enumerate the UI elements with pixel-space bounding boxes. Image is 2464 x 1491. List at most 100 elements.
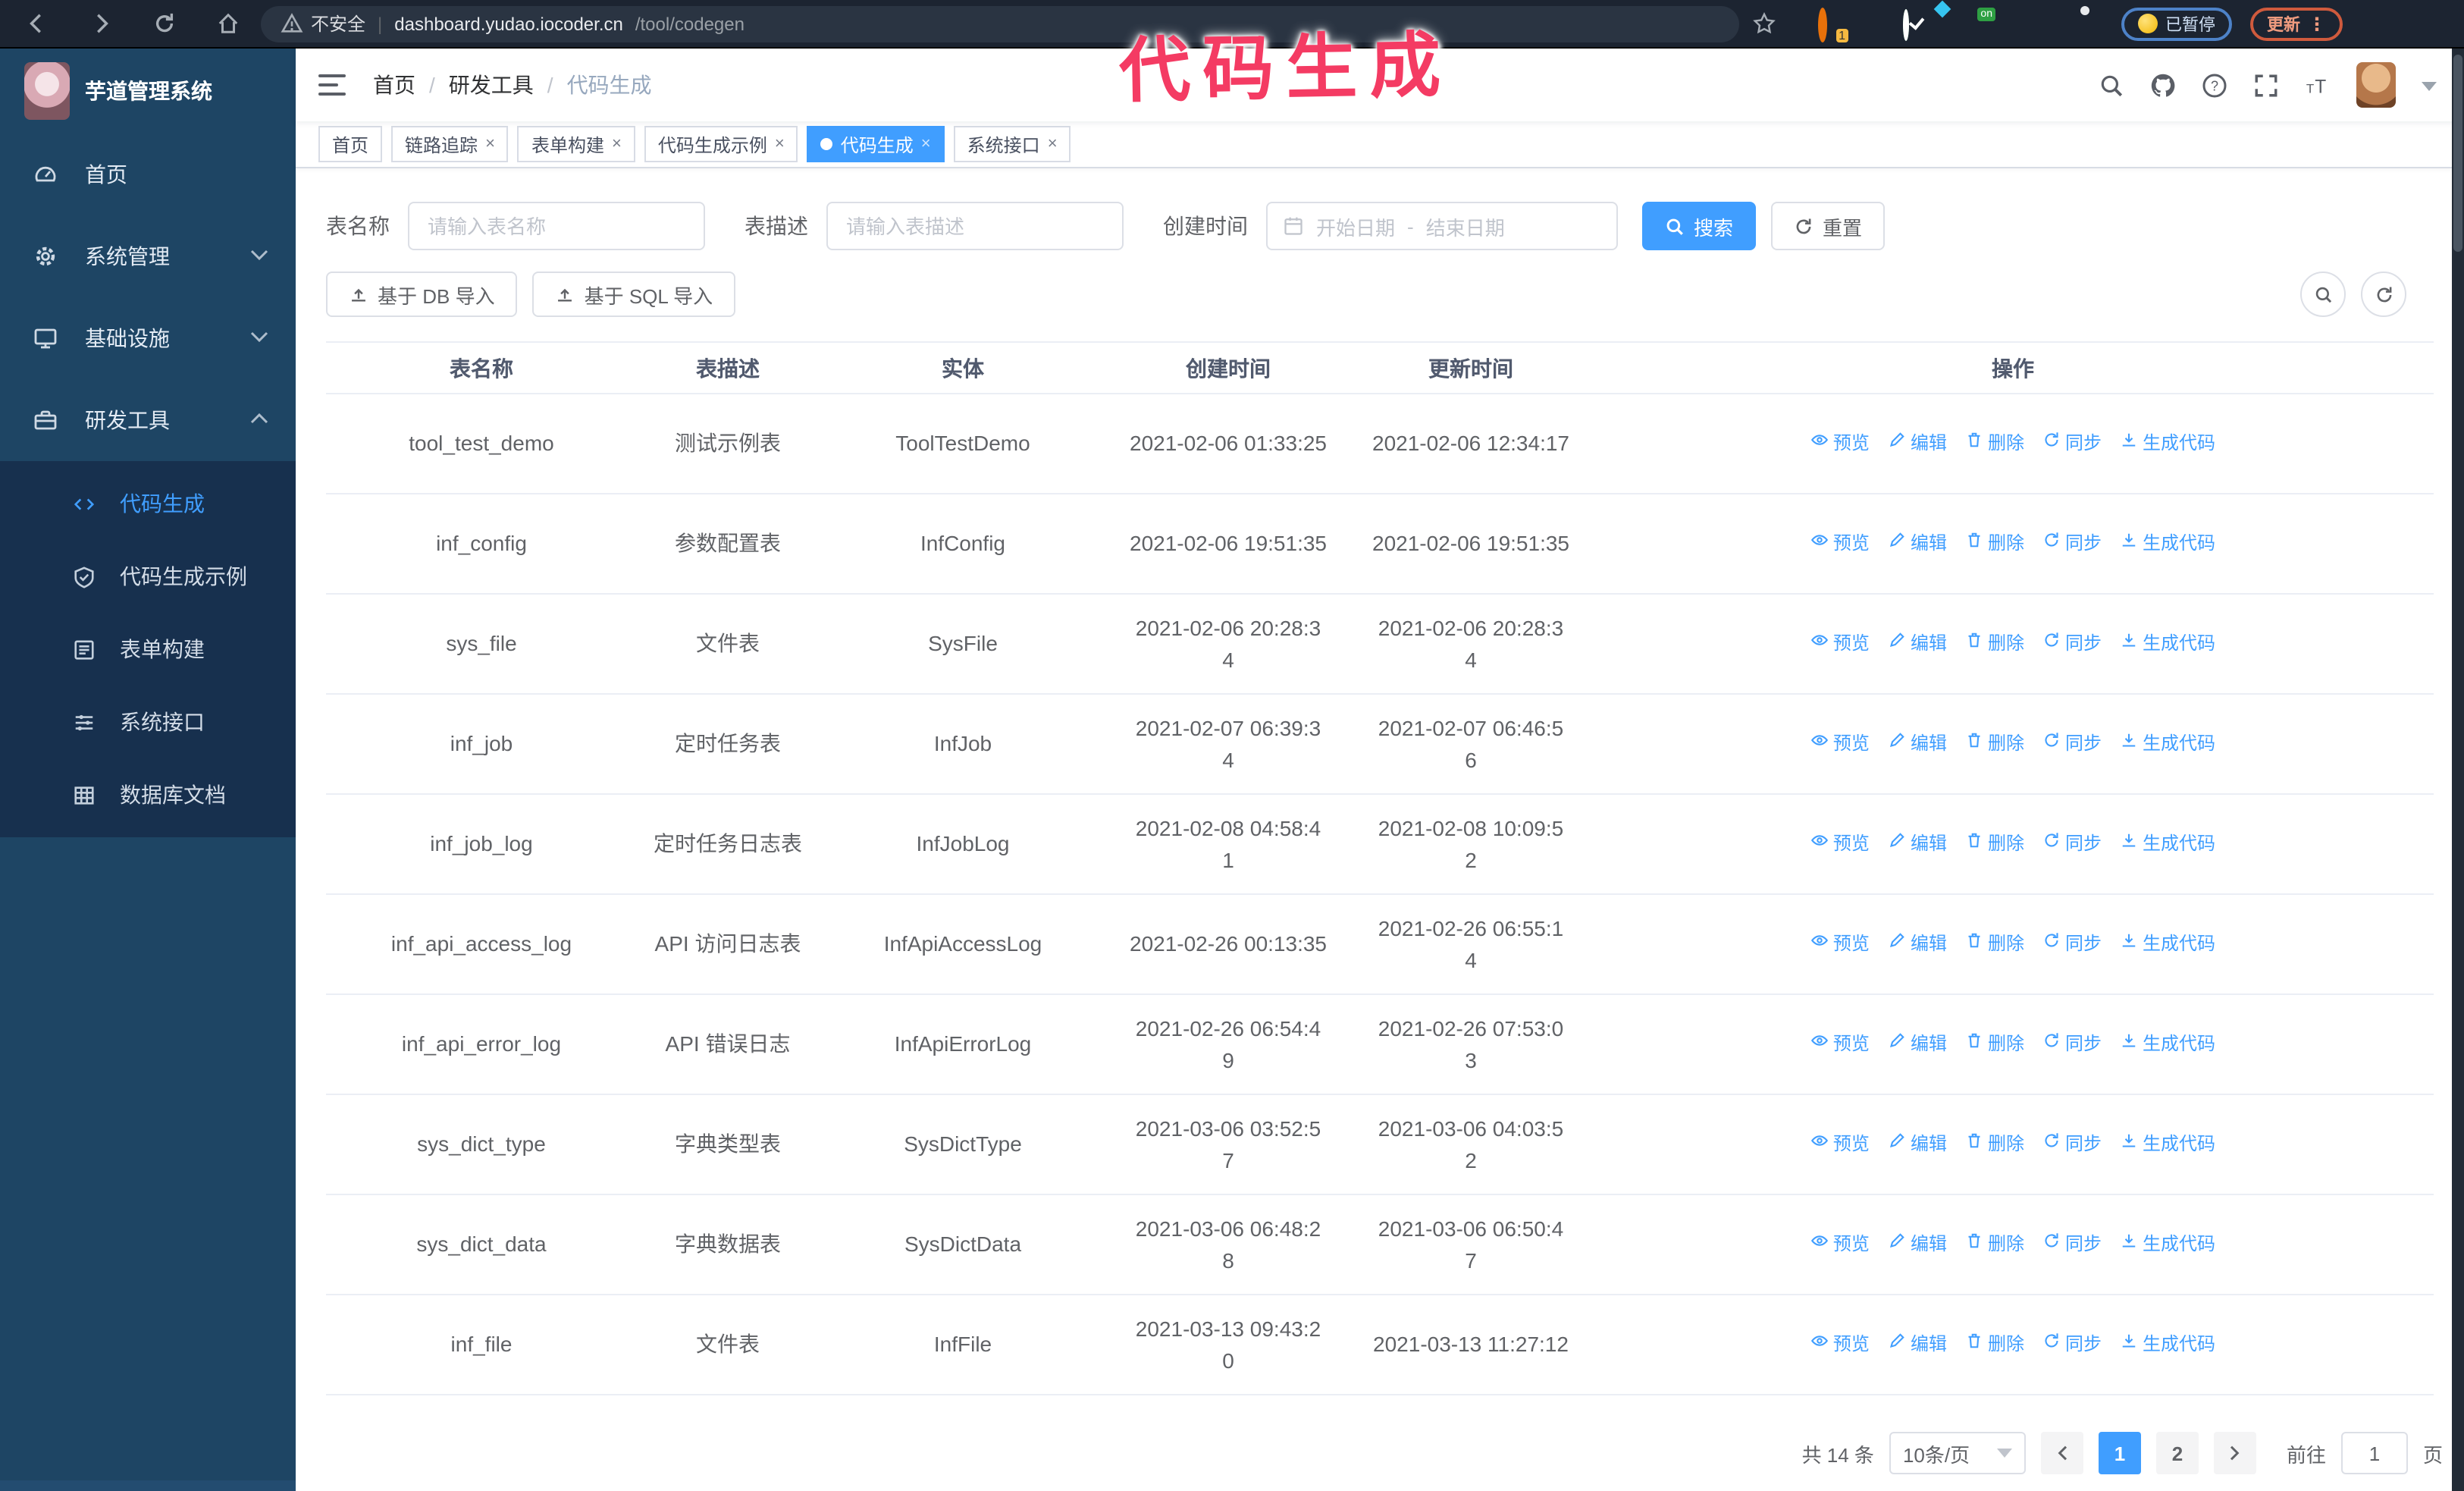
row-action-download[interactable]: 生成代码 bbox=[2120, 728, 2215, 760]
row-action-download[interactable]: 生成代码 bbox=[2120, 528, 2215, 560]
row-action-delete[interactable]: 删除 bbox=[1965, 828, 2024, 860]
row-action-eye[interactable]: 预览 bbox=[1810, 528, 1870, 560]
row-action-sync[interactable]: 同步 bbox=[2042, 1229, 2102, 1260]
user-avatar[interactable] bbox=[2356, 62, 2396, 108]
row-action-edit[interactable]: 编辑 bbox=[1888, 628, 1947, 660]
row-action-delete[interactable]: 删除 bbox=[1965, 528, 2024, 560]
row-action-eye[interactable]: 预览 bbox=[1810, 1229, 1870, 1260]
row-action-download[interactable]: 生成代码 bbox=[2120, 628, 2215, 660]
page-size-select[interactable]: 10条/页 bbox=[1889, 1432, 2026, 1474]
row-action-delete[interactable]: 删除 bbox=[1965, 1028, 2024, 1060]
row-action-edit[interactable]: 编辑 bbox=[1888, 728, 1947, 760]
row-action-edit[interactable]: 编辑 bbox=[1888, 1128, 1947, 1160]
table-name-input[interactable] bbox=[408, 202, 705, 250]
row-action-delete[interactable]: 删除 bbox=[1965, 628, 2024, 660]
row-action-delete[interactable]: 删除 bbox=[1965, 1128, 2024, 1160]
row-action-eye[interactable]: 预览 bbox=[1810, 1028, 1870, 1060]
extension-icon[interactable]: 1 bbox=[1818, 7, 1848, 42]
sidebar-subitem-api[interactable]: 系统接口 bbox=[0, 686, 296, 758]
extension-icon[interactable] bbox=[1945, 11, 1970, 36]
close-icon[interactable]: × bbox=[921, 135, 931, 153]
row-action-eye[interactable]: 预览 bbox=[1810, 828, 1870, 860]
bookmark-star-icon[interactable] bbox=[1751, 11, 1776, 36]
import-sql-button[interactable]: 基于 SQL 导入 bbox=[532, 272, 736, 317]
fullscreen-icon[interactable] bbox=[2253, 72, 2279, 98]
back-icon[interactable] bbox=[24, 11, 49, 36]
app-logo-row[interactable]: 芋道管理系统 bbox=[0, 49, 296, 133]
toggle-search-button[interactable] bbox=[2300, 272, 2346, 317]
row-action-delete[interactable]: 删除 bbox=[1965, 1229, 2024, 1260]
row-action-eye[interactable]: 预览 bbox=[1810, 428, 1870, 460]
sidebar-item-gear[interactable]: 系统管理 bbox=[0, 215, 296, 297]
row-action-eye[interactable]: 预览 bbox=[1810, 728, 1870, 760]
page-number-2[interactable]: 2 bbox=[2155, 1432, 2199, 1474]
browser-scrollbar[interactable] bbox=[2452, 49, 2464, 1491]
tag-view-tab[interactable]: 代码生成示例 × bbox=[644, 126, 798, 162]
row-action-sync[interactable]: 同步 bbox=[2042, 1028, 2102, 1060]
sidebar-item-monitor[interactable]: 基础设施 bbox=[0, 297, 296, 379]
sidebar-subitem-code[interactable]: 代码生成 bbox=[0, 467, 296, 540]
tag-view-tab[interactable]: 系统接口 × bbox=[953, 126, 1071, 162]
font-size-icon[interactable]: TT bbox=[2305, 72, 2331, 98]
row-action-sync[interactable]: 同步 bbox=[2042, 728, 2102, 760]
sidebar-subitem-form[interactable]: 表单构建 bbox=[0, 613, 296, 686]
row-action-edit[interactable]: 编辑 bbox=[1888, 928, 1947, 960]
row-action-download[interactable]: 生成代码 bbox=[2120, 1229, 2215, 1260]
breadcrumb-devtools[interactable]: 研发工具 bbox=[449, 70, 534, 100]
row-action-edit[interactable]: 编辑 bbox=[1888, 828, 1947, 860]
caret-down-icon[interactable] bbox=[2422, 71, 2437, 99]
search-button[interactable]: 搜索 bbox=[1642, 202, 1757, 250]
close-icon[interactable]: × bbox=[485, 135, 495, 153]
search-icon[interactable] bbox=[2099, 72, 2124, 98]
extension-icon[interactable] bbox=[2030, 11, 2055, 36]
hamburger-icon[interactable] bbox=[318, 74, 346, 96]
row-action-eye[interactable]: 预览 bbox=[1810, 928, 1870, 960]
extension-icon[interactable] bbox=[1988, 11, 2012, 36]
row-action-sync[interactable]: 同步 bbox=[2042, 828, 2102, 860]
close-icon[interactable]: × bbox=[775, 135, 785, 153]
reload-icon[interactable] bbox=[152, 11, 176, 36]
row-action-sync[interactable]: 同步 bbox=[2042, 428, 2102, 460]
row-action-sync[interactable]: 同步 bbox=[2042, 1329, 2102, 1361]
row-action-delete[interactable]: 删除 bbox=[1965, 428, 2024, 460]
table-desc-input[interactable] bbox=[826, 202, 1124, 250]
tag-view-tab[interactable]: 表单构建 × bbox=[517, 126, 635, 162]
date-range-picker[interactable]: 开始日期 - 结束日期 bbox=[1266, 202, 1618, 250]
prev-page-button[interactable] bbox=[2040, 1432, 2083, 1474]
close-icon[interactable]: × bbox=[1048, 135, 1058, 153]
row-action-delete[interactable]: 删除 bbox=[1965, 928, 2024, 960]
row-action-delete[interactable]: 删除 bbox=[1965, 1329, 2024, 1361]
row-action-eye[interactable]: 预览 bbox=[1810, 1329, 1870, 1361]
help-icon[interactable]: ? bbox=[2202, 72, 2227, 98]
address-bar[interactable]: 不安全 | dashboard.yudao.iocoder.cn/tool/co… bbox=[261, 5, 1739, 42]
row-action-download[interactable]: 生成代码 bbox=[2120, 1128, 2215, 1160]
row-action-edit[interactable]: 编辑 bbox=[1888, 528, 1947, 560]
row-action-sync[interactable]: 同步 bbox=[2042, 928, 2102, 960]
scrollbar-thumb[interactable] bbox=[2453, 55, 2462, 252]
row-action-edit[interactable]: 编辑 bbox=[1888, 1229, 1947, 1260]
sidebar-subitem-database[interactable]: 数据库文档 bbox=[0, 758, 296, 831]
forward-icon[interactable] bbox=[88, 11, 112, 36]
row-action-edit[interactable]: 编辑 bbox=[1888, 428, 1947, 460]
not-secure-warning[interactable]: 不安全 bbox=[279, 11, 365, 36]
row-action-download[interactable]: 生成代码 bbox=[2120, 1028, 2215, 1060]
row-action-edit[interactable]: 编辑 bbox=[1888, 1028, 1947, 1060]
row-action-sync[interactable]: 同步 bbox=[2042, 628, 2102, 660]
tag-view-tab[interactable]: 首页 × bbox=[318, 126, 383, 162]
row-action-sync[interactable]: 同步 bbox=[2042, 528, 2102, 560]
tag-view-tab[interactable]: 链路追踪 × bbox=[391, 126, 509, 162]
row-action-download[interactable]: 生成代码 bbox=[2120, 428, 2215, 460]
sidebar-item-toolbox[interactable]: 研发工具 bbox=[0, 379, 296, 461]
extension-icon[interactable] bbox=[1861, 11, 1885, 36]
row-action-sync[interactable]: 同步 bbox=[2042, 1128, 2102, 1160]
update-button[interactable]: 更新 ⋮ bbox=[2250, 7, 2343, 40]
row-action-edit[interactable]: 编辑 bbox=[1888, 1329, 1947, 1361]
row-action-download[interactable]: 生成代码 bbox=[2120, 928, 2215, 960]
sidebar-item-dashboard[interactable]: 首页 bbox=[0, 133, 296, 215]
row-action-delete[interactable]: 删除 bbox=[1965, 728, 2024, 760]
github-icon[interactable] bbox=[2150, 72, 2176, 98]
reset-button[interactable]: 重置 bbox=[1771, 202, 1886, 250]
refresh-table-button[interactable] bbox=[2361, 272, 2406, 317]
sidebar-subitem-example[interactable]: 代码生成示例 bbox=[0, 540, 296, 613]
close-icon[interactable]: × bbox=[612, 135, 622, 153]
